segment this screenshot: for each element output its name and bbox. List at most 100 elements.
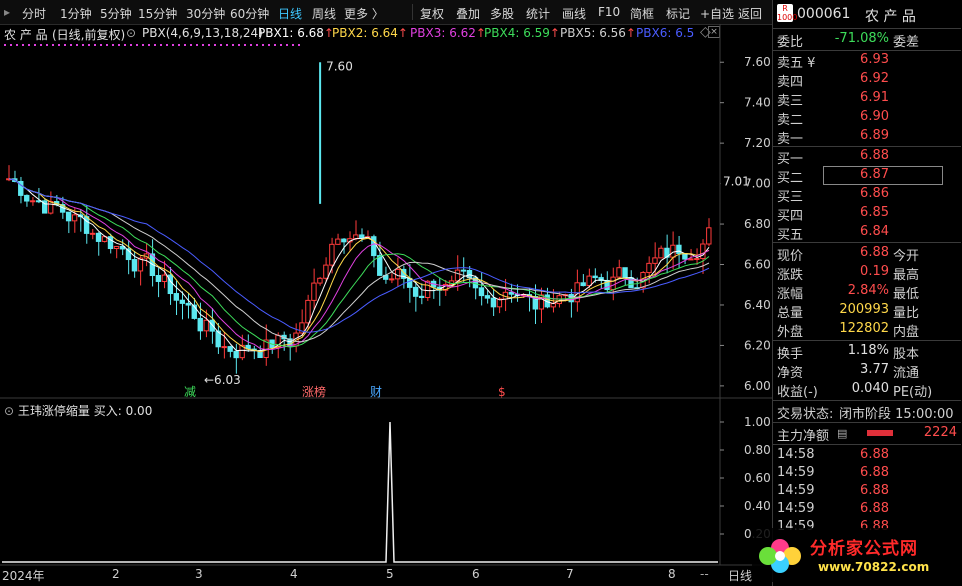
candle-body xyxy=(508,291,515,295)
candle-body xyxy=(688,258,694,261)
ask-row[interactable]: 卖二 6.90 xyxy=(773,108,961,128)
candle-body xyxy=(185,302,191,306)
list-icon[interactable]: ▤ xyxy=(837,427,847,440)
candle-body xyxy=(694,258,700,261)
tick-row: 14:59 6.88 xyxy=(773,482,961,501)
quote-label: 涨幅 xyxy=(777,287,804,302)
watermark-url: www.70822.com xyxy=(818,560,930,574)
quote-label-right: 最低 xyxy=(893,287,920,302)
pbx-line-4 xyxy=(8,178,710,348)
candle-body xyxy=(341,238,347,243)
tick-row: 14:59 6.88 xyxy=(773,500,961,519)
bid-price: 6.84 xyxy=(860,224,889,239)
ask-label: 卖四 xyxy=(777,75,804,90)
candle-body xyxy=(610,276,616,291)
main-flow-value: 2224 xyxy=(923,425,957,440)
ratio-value: -71.08% xyxy=(834,31,889,46)
quote-row: 外盘 122802 内盘 xyxy=(773,320,961,340)
price-tick-label: 7.20 xyxy=(744,136,771,150)
quote-value: 2.84% xyxy=(847,283,889,298)
pbx-line-3 xyxy=(8,178,710,350)
indicator-pane-title: ⊙ 王玮涨停缩量 买入: 0.00 xyxy=(4,402,152,419)
date-tick: 3 xyxy=(195,567,203,581)
candle-body xyxy=(484,295,491,299)
price-tick-label: 6.60 xyxy=(744,258,771,272)
candle-body xyxy=(113,245,120,250)
stat-row: 换手 1.18% 股本 xyxy=(773,342,961,362)
bid-label: 买一 xyxy=(777,152,804,167)
candle-body xyxy=(652,257,658,264)
bid-row[interactable]: 买四 6.85 xyxy=(773,204,961,224)
stat-value: 1.18% xyxy=(847,343,889,358)
ind-tick-label: 0.60 xyxy=(744,471,771,485)
ask-row[interactable]: 卖三 6.91 xyxy=(773,89,961,109)
ind-tick-label: 0.80 xyxy=(744,443,771,457)
indicator-pane-toggle-icon[interactable]: ⊙ xyxy=(4,404,14,418)
ask-row[interactable]: 卖一 6.89 xyxy=(773,127,961,147)
scroll-handle[interactable]: -- xyxy=(700,567,709,581)
candle-body xyxy=(377,255,383,276)
event-marker[interactable]: 涨榜 xyxy=(302,384,326,399)
candle-body xyxy=(580,282,586,287)
candle-body xyxy=(65,211,72,222)
candle-body xyxy=(412,286,419,297)
ask-row[interactable]: 卖五 ¥ 6.93 xyxy=(773,51,961,71)
event-marker[interactable]: 减 xyxy=(184,385,196,399)
ask-row[interactable]: 卖四 6.92 xyxy=(773,70,961,90)
date-tick: 5 xyxy=(386,567,394,581)
quote-label: 总量 xyxy=(777,306,804,321)
candle-body xyxy=(155,275,162,282)
bid-row[interactable]: 买五 6.84 xyxy=(773,223,961,243)
candle-body xyxy=(670,244,676,258)
tick-price: 6.88 xyxy=(860,447,889,462)
stat-row: 收益(-) 0.040 PE(动) xyxy=(773,380,961,400)
tick-time: 14:59 xyxy=(777,501,815,516)
ask-label: 卖一 xyxy=(777,132,804,147)
quote-value: 0.19 xyxy=(860,264,889,279)
candle-body xyxy=(700,243,706,260)
price-tick-label: 6.40 xyxy=(744,298,771,312)
stock-code: 000061 xyxy=(797,6,851,22)
stat-value: 0.040 xyxy=(851,381,889,396)
price-tick-label: 7.40 xyxy=(744,96,771,110)
quote-label: 现价 xyxy=(777,249,804,264)
candle-body xyxy=(203,319,209,332)
stat-label: 净资 xyxy=(777,366,804,381)
main-flow-row: 主力净额 ▤ 2224 xyxy=(773,424,961,444)
stock-logo: R 1000 xyxy=(777,4,798,22)
candle-body xyxy=(317,277,323,284)
buy-value: 0.00 xyxy=(125,404,153,418)
ask-label: 卖三 xyxy=(777,94,804,109)
candle-body xyxy=(556,295,562,305)
bid-row[interactable]: 买三 6.86 xyxy=(773,185,961,205)
candle-body xyxy=(676,244,682,255)
candle-body xyxy=(47,201,54,214)
candle-body xyxy=(221,346,227,349)
bid-price: 6.86 xyxy=(860,186,889,201)
candle-body xyxy=(616,267,622,278)
stat-label-right: PE(动) xyxy=(893,385,933,400)
date-tick: 6 xyxy=(472,567,480,581)
buy-label: 买入: xyxy=(93,404,122,418)
kline-chart[interactable]: 7.607.407.207.006.806.606.406.206.007.01… xyxy=(0,0,772,586)
bid-label: 买二 xyxy=(777,171,804,186)
quote-value: 122802 xyxy=(839,321,889,336)
low-price-label: ←6.03 xyxy=(204,373,241,387)
ask-price: 6.89 xyxy=(860,128,889,143)
candle-body xyxy=(658,247,664,259)
ask-label: 卖二 xyxy=(777,113,804,128)
tick-price: 6.88 xyxy=(860,501,889,516)
bid-row[interactable]: 买二 6.87 xyxy=(773,166,961,186)
main-flow-bar xyxy=(867,430,893,436)
bid-row[interactable]: 买一 6.88 xyxy=(773,147,961,167)
tick-time: 14:59 xyxy=(777,465,815,480)
event-marker[interactable]: 财 xyxy=(370,385,382,399)
price-tick-label: 6.20 xyxy=(744,338,771,352)
quote-label-right: 今开 xyxy=(893,249,920,264)
candle-body xyxy=(305,299,311,324)
stat-label-right: 流通 xyxy=(893,366,920,381)
bid-label: 买五 xyxy=(777,228,804,243)
ask-price: 6.90 xyxy=(860,109,889,124)
candle-body xyxy=(227,346,233,352)
event-marker[interactable]: $ xyxy=(498,385,506,399)
